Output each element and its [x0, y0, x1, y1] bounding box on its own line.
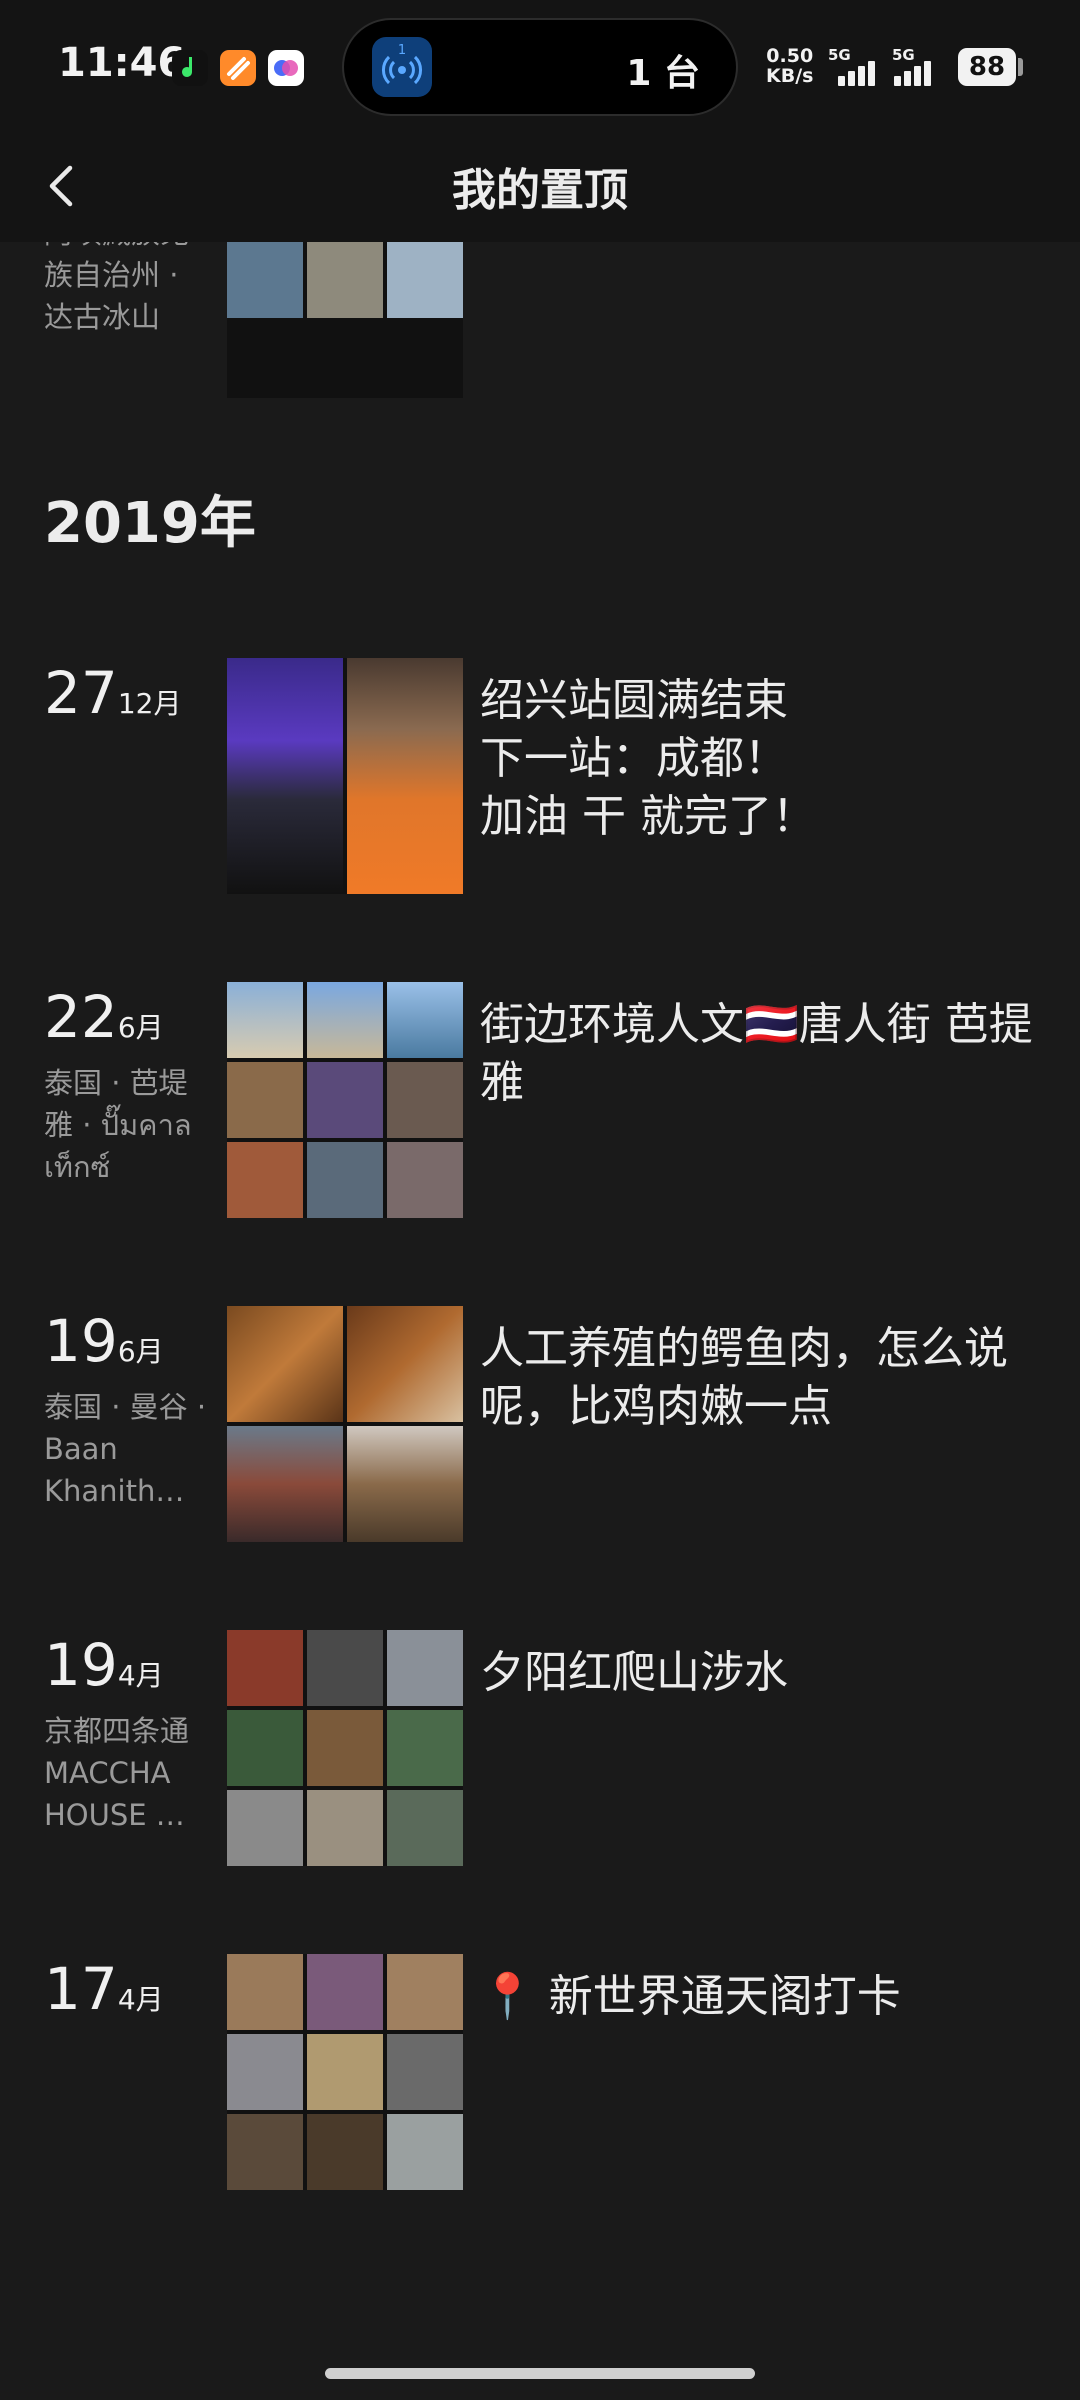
photo-grid[interactable] — [227, 1954, 463, 2190]
entry-day: 17 — [44, 1955, 118, 2023]
photo-grid[interactable] — [227, 658, 463, 894]
entry-day: 19 — [44, 1631, 118, 1699]
entry-caption: 绍兴站圆满结束 下一站：成都！ 加油 干 就完了！ — [480, 675, 816, 842]
photo-grid[interactable] — [227, 1630, 463, 1866]
battery-tip — [1018, 58, 1023, 76]
photo-grid[interactable] — [227, 982, 463, 1218]
dynamic-island[interactable]: 1 1 台 — [342, 18, 738, 116]
music-app-icon — [172, 50, 208, 86]
broadcast-icon: 1 — [372, 37, 432, 97]
entry-caption: 街边环境人文🇹🇭唐人街 芭提雅 — [480, 999, 1033, 1108]
battery-icon: 88 — [958, 48, 1016, 86]
orange-app-icon — [220, 50, 256, 86]
status-bar: 11:46 1 1 台 0.50 KB/s 5G 5G 88 — [0, 0, 1080, 130]
entry-location: 阿坝藏族羌族自治州 · 达古冰山 — [44, 242, 189, 334]
photo-grid[interactable] — [227, 242, 463, 398]
entry-location: 泰国 · 曼谷 · Baan Khanith… — [44, 1390, 207, 1508]
year-heading: 2019年 — [44, 491, 256, 556]
entry-month: 12月 — [117, 687, 182, 720]
moments-feed[interactable]: 阿坝藏族羌族自治州 · 达古冰山 2019年 2712月 绍兴站圆满结束 下一站… — [0, 242, 1080, 2400]
entry-day: 22 — [44, 983, 118, 1051]
entry-month: 6月 — [117, 1011, 164, 1044]
entry-month: 4月 — [117, 1983, 164, 2016]
photo-grid[interactable] — [227, 1306, 463, 1542]
entry-caption: 人工养殖的鳄鱼肉，怎么说呢，比鸡肉嫩一点 — [480, 1323, 1008, 1432]
entry-day: 27 — [44, 659, 118, 727]
net-speed-value: 0.50 — [766, 45, 814, 67]
page-title: 我的置顶 — [452, 165, 628, 216]
net-speed-unit: KB/s — [766, 65, 814, 87]
island-text: 1 台 — [626, 53, 700, 94]
title-bar: 我的置顶 — [0, 130, 1080, 242]
home-indicator[interactable] — [325, 2368, 755, 2379]
signal-2-icon — [892, 56, 952, 86]
entry-caption: 夕阳红爬山涉水 — [480, 1647, 788, 1698]
entry-location: 京都四条通MACCHA HOUSE … — [44, 1714, 190, 1832]
camera-app-icon — [268, 50, 304, 86]
entry-month: 6月 — [117, 1335, 164, 1368]
signal-1-icon — [828, 56, 888, 86]
status-time: 11:46 — [58, 40, 186, 86]
entry-caption: 📍 新世界通天阁打卡 — [480, 1971, 901, 2022]
net-speed: 0.50 KB/s — [766, 46, 813, 86]
entry-month: 4月 — [117, 1659, 164, 1692]
entry-location: 泰国 · 芭堤雅 · ปั๊มคาลเท็กซ์ — [44, 1066, 192, 1184]
svg-text:1: 1 — [398, 43, 406, 58]
entry-day: 19 — [44, 1307, 118, 1375]
